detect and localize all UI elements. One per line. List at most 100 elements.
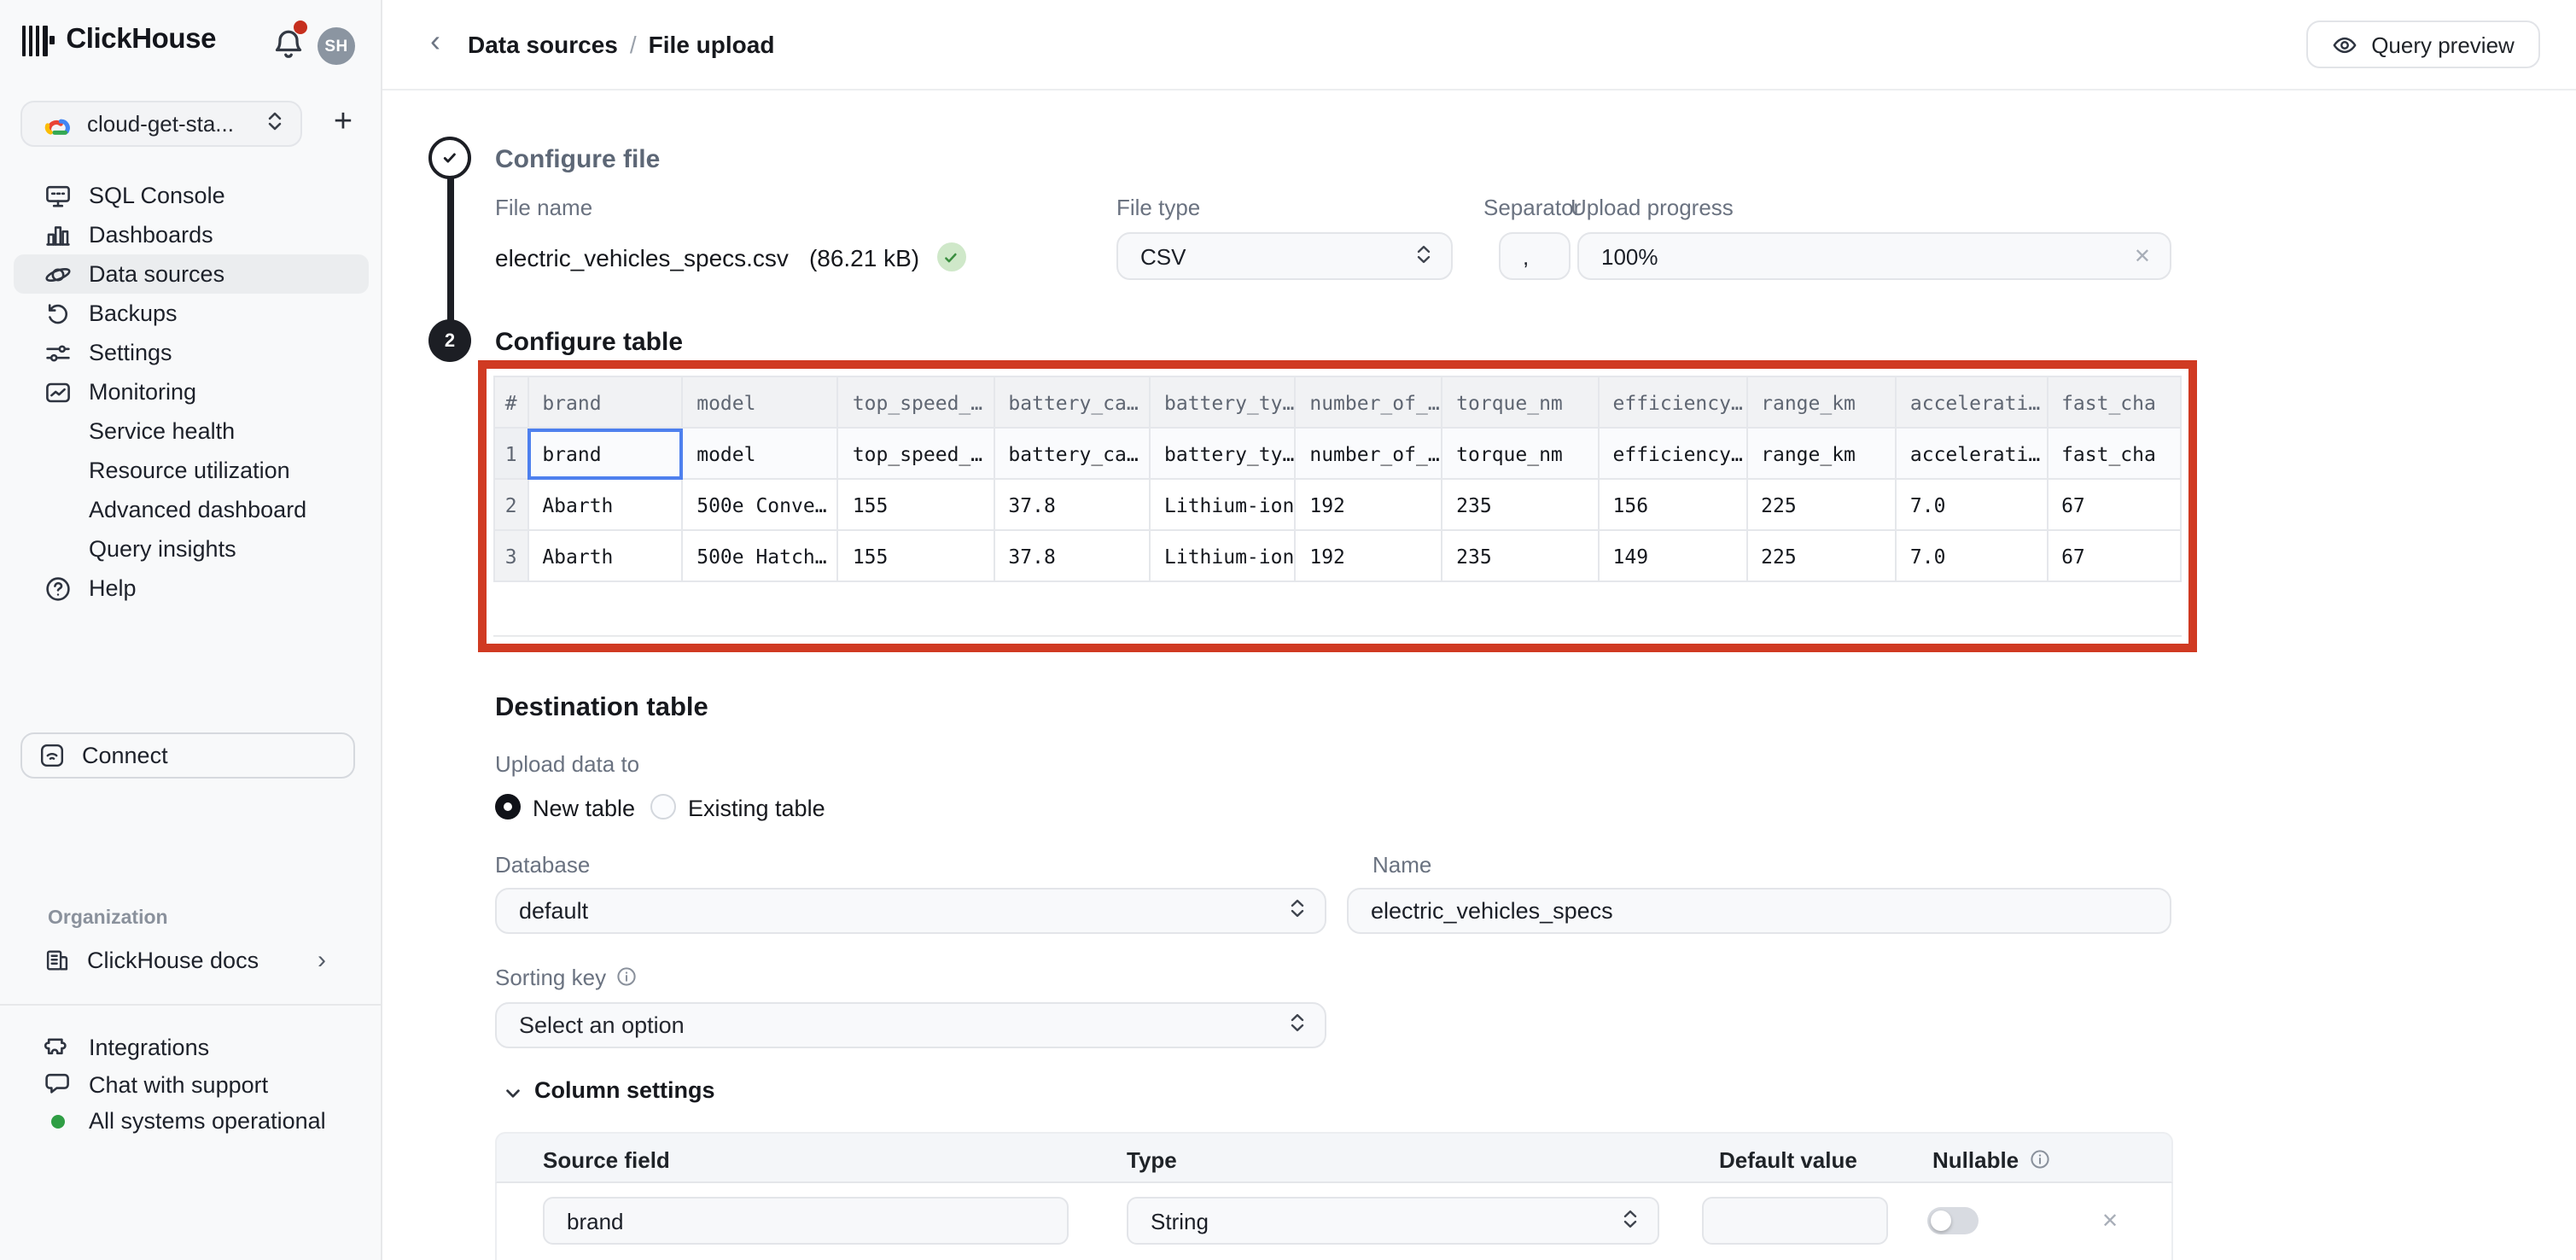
preview-cell[interactable]: 225: [1746, 479, 1896, 530]
preview-cell[interactable]: 7.0: [1896, 530, 2047, 581]
database-select[interactable]: default: [495, 888, 1326, 934]
preview-cell[interactable]: efficiency…: [1599, 428, 1747, 479]
file-type-select[interactable]: CSV: [1116, 232, 1453, 280]
radio-existing-table[interactable]: [650, 794, 676, 820]
sidebar-item-clickhouse-docs[interactable]: ClickHouse docs: [14, 941, 369, 980]
preview-table[interactable]: #brandmodeltop_speed_…battery_ca…battery…: [493, 376, 2182, 582]
sidebar-item-query-insights[interactable]: Query insights: [14, 529, 369, 569]
column-settings-toggle[interactable]: Column settings: [504, 1077, 715, 1103]
preview-cell[interactable]: 156: [1599, 479, 1747, 530]
integrations-icon: [44, 1035, 72, 1062]
upload-progress-value: 100%: [1601, 243, 2134, 269]
sidebar-menu: SQL Console Dashboards Data sourcesBackups…: [14, 176, 369, 608]
breadcrumb: Data sources/File upload: [468, 31, 774, 58]
table-name-input[interactable]: electric_vehicles_specs: [1347, 888, 2171, 934]
preview-cell[interactable]: accelerati…: [1896, 428, 2047, 479]
remove-column-icon[interactable]: ✕: [2101, 1209, 2118, 1233]
preview-cell[interactable]: 37.8: [994, 479, 1150, 530]
preview-cell[interactable]: Abarth: [527, 479, 682, 530]
query-preview-button[interactable]: Query preview: [2306, 20, 2540, 68]
chevron-down-icon: [504, 1081, 522, 1100]
preview-cell[interactable]: model: [682, 428, 838, 479]
sidebar-item-chat-with-support[interactable]: Chat with support: [14, 1066, 369, 1103]
file-name-label: File name: [495, 195, 592, 220]
clickhouse-logo[interactable]: ClickHouse: [22, 24, 216, 56]
preview-cell[interactable]: 149: [1599, 530, 1747, 581]
upload-progress-input[interactable]: 100% ✕: [1577, 232, 2171, 280]
type-select[interactable]: String: [1127, 1197, 1659, 1245]
preview-cell[interactable]: 235: [1442, 530, 1598, 581]
preview-cell[interactable]: 37.8: [994, 530, 1150, 581]
preview-cell[interactable]: number_of_…: [1295, 428, 1442, 479]
connect-button[interactable]: Connect: [20, 732, 355, 779]
table-bottom-rule: [493, 635, 2182, 637]
preview-cell[interactable]: 67: [2047, 479, 2181, 530]
sidebar-item-data-sources[interactable]: Data sources: [14, 254, 369, 294]
preview-cell[interactable]: top_speed_…: [838, 428, 994, 479]
preview-cell[interactable]: 235: [1442, 479, 1598, 530]
preview-cell[interactable]: Abarth: [527, 530, 682, 581]
clear-upload-icon[interactable]: ✕: [2134, 244, 2151, 268]
database-value: default: [519, 898, 1287, 924]
sidebar-item-backups[interactable]: Backups: [14, 294, 369, 333]
preview-cell[interactable]: 155: [838, 530, 994, 581]
sidebar-item-resource-utilization[interactable]: Resource utilization: [14, 451, 369, 490]
type-header: Type: [1127, 1147, 1177, 1173]
service-selector[interactable]: cloud-get-sta...: [20, 101, 302, 147]
preview-cell[interactable]: Lithium-ion: [1150, 530, 1295, 581]
sidebar-item-integrations[interactable]: Integrations: [14, 1030, 369, 1066]
preview-cell[interactable]: 155: [838, 479, 994, 530]
preview-cell[interactable]: 500e Hatch…: [682, 530, 838, 581]
data-sources-icon: [44, 260, 72, 288]
radio-new-table[interactable]: [495, 794, 521, 820]
sidebar-item-dashboards[interactable]: Dashboards: [14, 215, 369, 254]
avatar[interactable]: SH: [318, 27, 355, 65]
separator-value: ,: [1523, 243, 1569, 269]
sidebar-item-label: Dashboards: [89, 222, 213, 248]
preview-cell[interactable]: fast_cha: [2047, 428, 2181, 479]
sidebar-item-settings[interactable]: Settings: [14, 333, 369, 372]
dashboards-icon: [44, 221, 72, 248]
nullable-toggle[interactable]: [1927, 1207, 1979, 1234]
preview-cell[interactable]: battery_ca…: [994, 428, 1150, 479]
sidebar-item-advanced-dashboard[interactable]: Advanced dashboard: [14, 490, 369, 529]
preview-cell[interactable]: battery_ty…: [1150, 428, 1295, 479]
preview-cell[interactable]: 192: [1295, 479, 1442, 530]
preview-table-row: 2Abarth500e Conve…15537.8Lithium-ion1922…: [494, 479, 2181, 530]
separator-input[interactable]: ,: [1499, 232, 1571, 280]
row-index-cell: 2: [494, 479, 527, 530]
preview-cell[interactable]: range_km: [1746, 428, 1896, 479]
upload-success-check-icon: [936, 242, 965, 271]
add-service-button[interactable]: +: [323, 102, 364, 143]
configure-table-title: Configure table: [495, 328, 683, 357]
preview-cell[interactable]: torque_nm: [1442, 428, 1598, 479]
radio-new-table-label[interactable]: New table: [533, 796, 635, 821]
preview-cell[interactable]: Lithium-ion: [1150, 479, 1295, 530]
status-dot-icon: [51, 1115, 65, 1129]
file-size-value: (86.21 kB): [809, 243, 919, 271]
sidebar-item-all-systems-operational[interactable]: All systems operational: [14, 1103, 369, 1140]
preview-cell[interactable]: 192: [1295, 530, 1442, 581]
back-button[interactable]: ‹: [430, 24, 440, 60]
sidebar-item-sql-console[interactable]: SQL Console: [14, 176, 369, 215]
radio-existing-table-label[interactable]: Existing table: [688, 796, 825, 821]
sidebar-item-label: Chat with support: [89, 1072, 268, 1098]
preview-cell[interactable]: 7.0: [1896, 479, 2047, 530]
preview-cell[interactable]: 225: [1746, 530, 1896, 581]
file-type-value: CSV: [1140, 243, 1413, 269]
default-value-input[interactable]: [1702, 1197, 1888, 1245]
sidebar-item-help[interactable]: Help: [14, 569, 369, 608]
source-field-input[interactable]: brand: [543, 1197, 1069, 1245]
sidebar-item-monitoring[interactable]: Monitoring: [14, 372, 369, 411]
preview-column-header: efficiency…: [1599, 376, 1747, 428]
preview-column-header: range_km: [1746, 376, 1896, 428]
preview-cell[interactable]: 67: [2047, 530, 2181, 581]
sorting-key-select[interactable]: Select an option: [495, 1002, 1326, 1048]
preview-table-highlight-box: #brandmodeltop_speed_…battery_ca…battery…: [478, 360, 2197, 652]
sidebar-item-service-health[interactable]: Service health: [14, 411, 369, 451]
preview-cell[interactable]: 500e Conve…: [682, 479, 838, 530]
breadcrumb-data-sources[interactable]: Data sources: [468, 31, 618, 58]
name-label: Name: [1373, 852, 1431, 878]
column-settings-title: Column settings: [534, 1077, 715, 1103]
preview-cell[interactable]: brand: [527, 428, 682, 479]
